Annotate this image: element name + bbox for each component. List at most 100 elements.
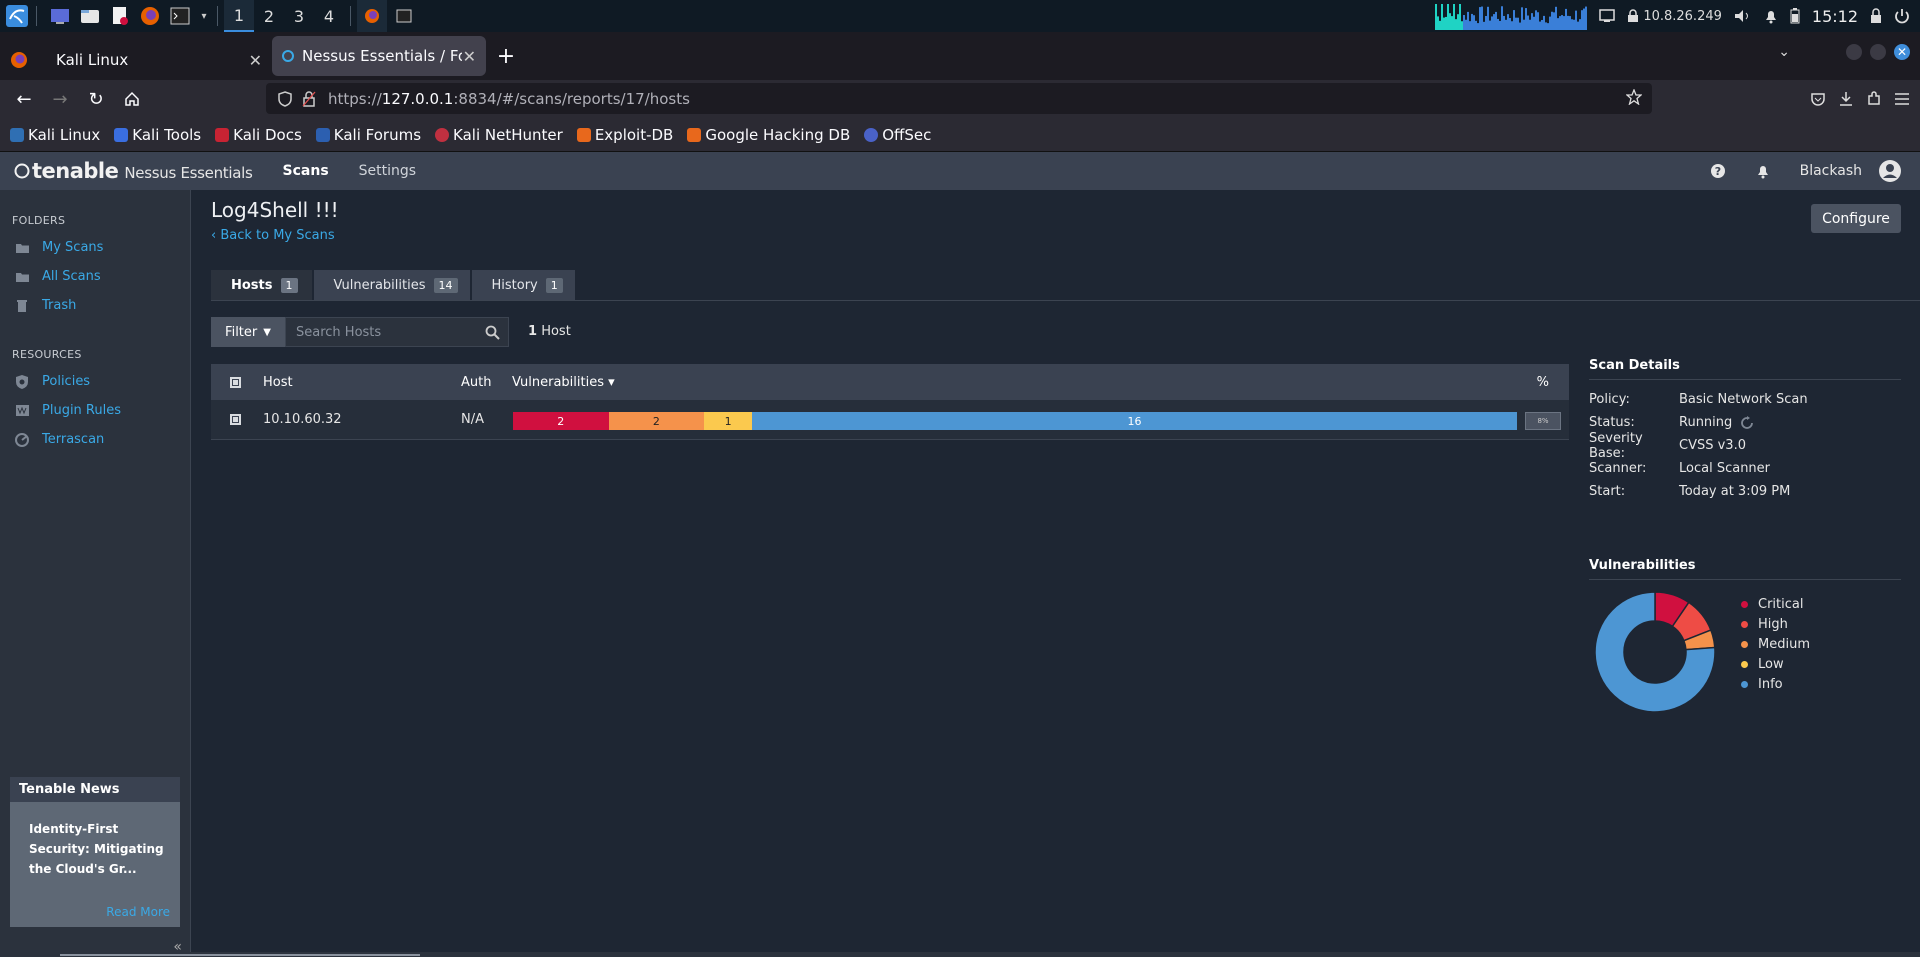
workspace-1[interactable]: 1 <box>224 0 254 32</box>
new-tab-button[interactable]: + <box>486 36 526 76</box>
lock-warning-icon[interactable] <box>302 90 316 107</box>
notifications-bell-icon[interactable] <box>1756 163 1770 179</box>
nav-scans[interactable]: Scans <box>283 163 329 179</box>
bookmark-kali-nethunter[interactable]: Kali NetHunter <box>435 126 563 144</box>
workspace-4[interactable]: 4 <box>314 0 344 32</box>
display-icon[interactable] <box>1599 9 1616 23</box>
workspace-3[interactable]: 3 <box>284 0 314 32</box>
shield-icon[interactable] <box>278 90 292 107</box>
vulnerabilities-heading: Vulnerabilities <box>1589 558 1901 580</box>
bookmark-label: Kali NetHunter <box>453 125 563 144</box>
row-checkbox[interactable] <box>230 414 241 425</box>
bookmark-kali-linux[interactable]: Kali Linux <box>10 126 100 144</box>
vulnerability-bar[interactable]: 2 2 1 16 <box>513 412 1517 430</box>
desktop-icon[interactable] <box>47 3 73 29</box>
back-to-my-scans-link[interactable]: ‹ Back to My Scans <box>211 228 335 243</box>
vulnerability-donut-chart[interactable] <box>1589 586 1721 718</box>
clock[interactable]: 15:12 <box>1812 7 1858 26</box>
critical-segment[interactable]: 2 <box>513 412 609 430</box>
notification-bell-icon[interactable] <box>1764 8 1778 24</box>
column-host[interactable]: Host <box>263 375 293 390</box>
search-icon[interactable] <box>485 325 500 340</box>
window-close-button[interactable]: ✕ <box>1894 44 1910 60</box>
taskbar-terminal-icon[interactable] <box>391 3 417 29</box>
tab-nessus[interactable]: Nessus Essentials / Folde ✕ <box>272 36 486 76</box>
sidebar-item-my-scans[interactable]: My Scans <box>0 233 190 262</box>
column-percent[interactable]: % <box>1537 375 1549 390</box>
maximize-button[interactable] <box>1870 44 1886 60</box>
tab-kali-linux[interactable]: Kali Linux ✕ <box>46 40 272 80</box>
tab-close-icon[interactable]: ✕ <box>249 51 262 70</box>
column-vulnerabilities[interactable]: Vulnerabilities ▾ <box>512 375 615 390</box>
bookmark-kali-docs[interactable]: Kali Docs <box>215 126 302 144</box>
downloads-icon[interactable] <box>1838 91 1854 107</box>
bookmark-google-hacking-db[interactable]: Google Hacking DB <box>687 126 850 144</box>
legend-item-info[interactable]: Info <box>1741 674 1810 694</box>
bookmark-offsec[interactable]: OffSec <box>864 126 931 144</box>
home-icon[interactable] <box>114 83 150 115</box>
url-prefix: https:// <box>328 89 382 108</box>
user-name[interactable]: Blackash <box>1800 163 1862 179</box>
info-segment[interactable]: 16 <box>752 412 1517 430</box>
url-bar[interactable]: https://127.0.0.1:8834/#/scans/reports/1… <box>266 83 1652 114</box>
tab-history[interactable]: History 1 <box>471 270 575 300</box>
bookmark-kali-tools[interactable]: Kali Tools <box>114 126 201 144</box>
sidebar-item-terrascan[interactable]: Terrascan <box>0 425 190 454</box>
sidebar-item-plugin-rules[interactable]: Plugin Rules <box>0 396 190 425</box>
search-hosts-box[interactable] <box>285 317 509 347</box>
tab-hosts[interactable]: Hosts 1 <box>211 270 312 300</box>
sidebar-item-trash[interactable]: Trash <box>0 291 190 320</box>
battery-icon[interactable] <box>1790 8 1800 24</box>
chevron-down-icon[interactable]: ▾ <box>197 3 211 29</box>
nav-settings[interactable]: Settings <box>359 163 416 179</box>
legend-item-high[interactable]: High <box>1741 614 1810 634</box>
column-auth[interactable]: Auth <box>461 375 491 390</box>
forward-arrow-icon[interactable]: → <box>42 83 78 115</box>
host-ip[interactable]: 10.10.60.32 <box>263 412 342 427</box>
text-editor-icon[interactable] <box>107 3 133 29</box>
workspace-2[interactable]: 2 <box>254 0 284 32</box>
high-segment[interactable]: 2 <box>608 412 705 430</box>
bookmark-exploit-db[interactable]: Exploit-DB <box>576 126 673 144</box>
hamburger-menu-icon[interactable] <box>1894 92 1910 106</box>
tenable-ring-icon <box>14 163 30 179</box>
legend-item-low[interactable]: Low <box>1741 654 1810 674</box>
news-headline[interactable]: Identity-First Security: Mitigating the … <box>10 802 180 879</box>
sidebar-item-all-scans[interactable]: All Scans <box>0 262 190 291</box>
select-all-checkbox[interactable] <box>230 376 241 388</box>
firefox-view-icon[interactable] <box>0 40 46 80</box>
tenable-logo[interactable]: tenable Nessus Essentials <box>14 159 253 183</box>
list-all-tabs-icon[interactable]: ⌄ <box>1778 44 1790 60</box>
reload-icon[interactable]: ↻ <box>78 83 114 115</box>
search-hosts-input[interactable] <box>296 324 476 340</box>
vpn-lock-icon[interactable] <box>1627 9 1639 23</box>
configure-button[interactable]: Configure <box>1811 204 1901 233</box>
filter-button[interactable]: Filter ▼ <box>211 317 285 347</box>
files-icon[interactable] <box>77 3 103 29</box>
sidebar-item-policies[interactable]: Policies <box>0 367 190 396</box>
volume-icon[interactable] <box>1734 9 1752 23</box>
legend-item-critical[interactable]: Critical <box>1741 594 1810 614</box>
pocket-icon[interactable] <box>1810 91 1826 107</box>
tab-vulnerabilities[interactable]: Vulnerabilities 14 <box>313 270 470 300</box>
kali-menu-icon[interactable] <box>4 3 30 29</box>
read-more-link[interactable]: Read More <box>106 905 170 919</box>
help-icon[interactable]: ? <box>1710 163 1726 179</box>
terminal-icon[interactable] <box>167 3 193 29</box>
bookmark-kali-forums[interactable]: Kali Forums <box>315 126 421 144</box>
table-row[interactable]: 10.10.60.32 N/A 2 2 1 16 8% <box>211 400 1569 440</box>
user-avatar-icon[interactable] <box>1878 159 1902 183</box>
legend-item-medium[interactable]: Medium <box>1741 634 1810 654</box>
medium-segment[interactable]: 1 <box>704 412 753 430</box>
bookmark-star-icon[interactable] <box>1626 89 1642 105</box>
minimize-button[interactable] <box>1846 44 1862 60</box>
sidebar: FOLDERS My Scans All Scans Trash RESOURC… <box>0 190 191 957</box>
tab-close-icon[interactable]: ✕ <box>463 47 476 66</box>
extensions-icon[interactable] <box>1866 91 1882 107</box>
taskbar-firefox-icon[interactable] <box>357 0 387 32</box>
firefox-icon[interactable] <box>137 3 163 29</box>
back-arrow-icon[interactable]: ← <box>6 83 42 115</box>
hosts-table: Host Auth Vulnerabilities ▾ % 10.10.60.3… <box>211 364 1569 440</box>
lock-screen-icon[interactable] <box>1870 8 1882 24</box>
power-icon[interactable] <box>1894 8 1910 24</box>
